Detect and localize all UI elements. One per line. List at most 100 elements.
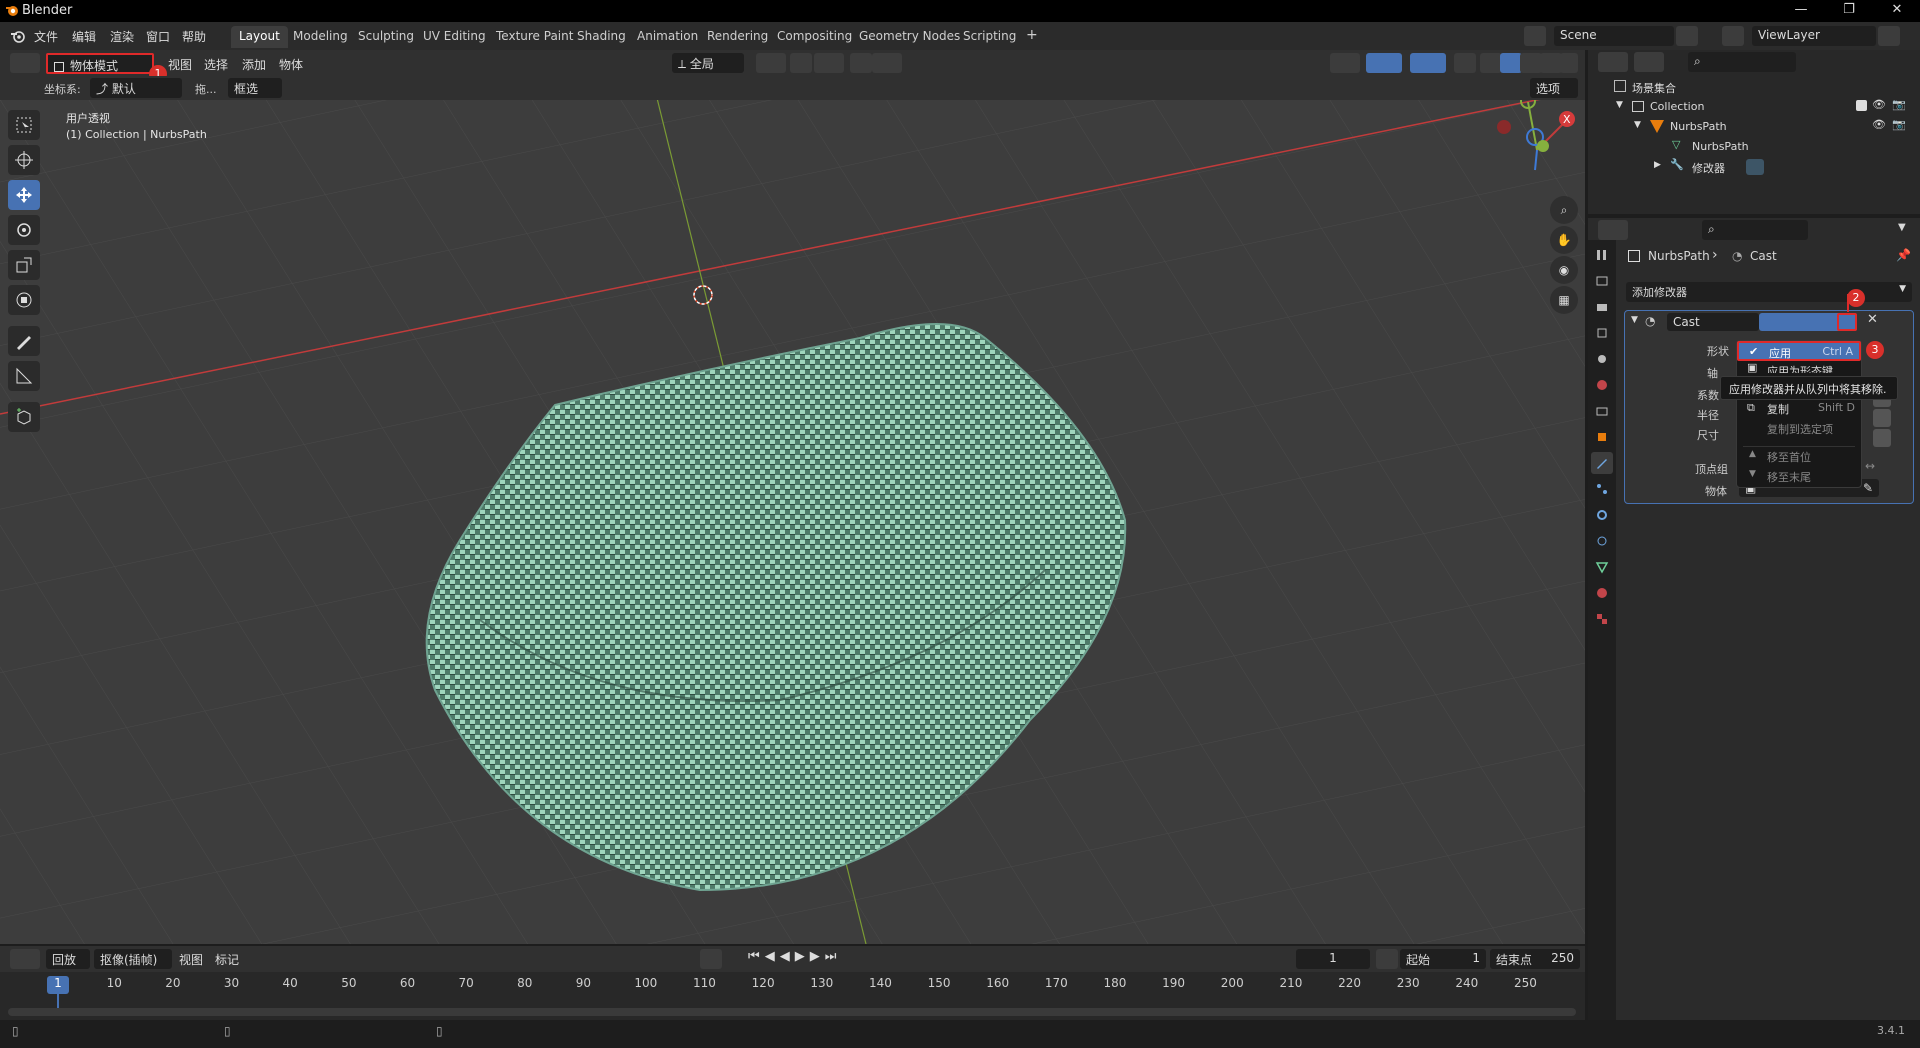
snap-target-icon[interactable]: [814, 53, 844, 73]
data-tab-icon[interactable]: [1591, 556, 1613, 578]
menu-file[interactable]: 文件: [34, 28, 58, 45]
scale-tool-icon[interactable]: [8, 250, 40, 280]
pin-icon[interactable]: 📌: [1896, 248, 1911, 262]
select-box-tool-icon[interactable]: [8, 110, 40, 140]
menu-item-apply-shape-key[interactable]: ▣ 应用为形态键: [1737, 361, 1861, 373]
restore-button[interactable]: ❐: [1834, 2, 1864, 20]
blender-menu-icon[interactable]: [10, 28, 26, 44]
tab-uv-editing[interactable]: UV Editing: [415, 26, 494, 48]
menu-item-duplicate[interactable]: ⧉ 复制 Shift D: [1737, 399, 1861, 419]
breadcrumb-modifier[interactable]: Cast: [1750, 249, 1777, 263]
menu-item-move-to-first[interactable]: ▲ 移至首位: [1737, 447, 1861, 467]
tab-rendering[interactable]: Rendering: [699, 26, 776, 48]
tool-tab-icon[interactable]: [1591, 244, 1613, 266]
rotate-tool-icon[interactable]: [8, 215, 40, 245]
menu-window[interactable]: 窗口: [146, 28, 170, 45]
pan-hand-icon[interactable]: ✋: [1550, 226, 1578, 254]
scene-name-field[interactable]: Scene: [1554, 26, 1674, 46]
output-tab-icon[interactable]: [1591, 296, 1613, 318]
properties-options-icon[interactable]: ▼: [1898, 222, 1906, 233]
collection-tab-icon[interactable]: [1591, 400, 1613, 422]
perspective-toggle-icon[interactable]: ▦: [1550, 286, 1578, 314]
end-frame-field[interactable]: 结束点 250: [1490, 949, 1580, 969]
tab-geometry-nodes[interactable]: Geometry Nodes: [851, 26, 968, 48]
timeline-ruler[interactable]: 10 20 30 40 50 60 70 80 90 100 110 120 130 140 150 160 1…: [0, 972, 1585, 1020]
display-mode-icon[interactable]: [1634, 52, 1664, 72]
view-layer-icon[interactable]: [1722, 26, 1744, 46]
snap-icon[interactable]: [790, 53, 812, 73]
timeline-menu-marker[interactable]: 标记: [215, 951, 239, 968]
expand-arrow-icon[interactable]: ▼: [1634, 120, 1641, 130]
menu-render[interactable]: 渲染: [110, 28, 134, 45]
camera-icon[interactable]: 📷: [1892, 98, 1906, 111]
proportional-edit-icon[interactable]: [850, 53, 872, 73]
properties-search-input[interactable]: ⌕: [1702, 220, 1808, 240]
start-frame-field[interactable]: 起始 1: [1400, 949, 1486, 969]
camera-view-icon[interactable]: ◉: [1550, 256, 1578, 284]
texture-tab-icon[interactable]: [1591, 608, 1613, 630]
overlay-toggle-icon[interactable]: [1410, 53, 1446, 73]
invert-vertex-group-icon[interactable]: ↔: [1865, 459, 1875, 473]
add-modifier-dropdown[interactable]: 添加修改器 ▼: [1626, 282, 1912, 302]
tab-animation[interactable]: Animation: [629, 26, 706, 48]
options-button[interactable]: 选项: [1530, 78, 1578, 98]
modifier-name-field[interactable]: Cast: [1667, 313, 1759, 331]
camera-icon[interactable]: 📷: [1892, 118, 1906, 131]
editor-type-icon[interactable]: [10, 53, 40, 73]
3d-viewport[interactable]: X 用户透视 (1) Collection | NurbsPath ⌕ ✋ ◉ …: [0, 100, 1585, 944]
mode-selector[interactable]: 物体模式: [46, 53, 154, 74]
new-scene-icon[interactable]: [1676, 26, 1698, 46]
playhead[interactable]: 1: [47, 976, 69, 994]
gizmo-neg-x-icon[interactable]: [1497, 120, 1511, 134]
breadcrumb-object[interactable]: NurbsPath: [1648, 249, 1710, 263]
annotate-tool-icon[interactable]: [8, 326, 40, 356]
menu-item-apply[interactable]: ✔ 应用 Ctrl A: [1737, 341, 1861, 361]
radius-keyframe-field[interactable]: [1873, 409, 1891, 427]
remove-modifier-icon[interactable]: ✕: [1867, 312, 1878, 327]
properties-editor-icon[interactable]: [1598, 220, 1628, 240]
gizmo-toggle-icon[interactable]: [1366, 53, 1402, 73]
transform-orientation-dropdown[interactable]: ⟂ 全局: [672, 53, 744, 73]
material-tab-icon[interactable]: [1591, 582, 1613, 604]
viewport-menu-add[interactable]: 添加: [242, 56, 266, 73]
viewport-menu-object[interactable]: 物体: [279, 56, 303, 73]
minimize-button[interactable]: —: [1786, 2, 1816, 20]
tab-layout[interactable]: Layout: [231, 26, 288, 48]
move-tool-icon[interactable]: [8, 180, 40, 210]
add-cube-tool-icon[interactable]: [8, 402, 40, 432]
scene-icon[interactable]: [1524, 26, 1546, 46]
record-keyframe-icon[interactable]: [700, 949, 722, 969]
preview-range-icon[interactable]: [1376, 949, 1398, 969]
outliner-row-data[interactable]: ▽ NurbsPath: [1588, 138, 1920, 158]
menu-edit[interactable]: 编辑: [72, 28, 96, 45]
measure-tool-icon[interactable]: [8, 361, 40, 391]
viewport-menu-select[interactable]: 选择: [204, 56, 228, 73]
object-tab-icon[interactable]: [1591, 426, 1613, 448]
world-tab-icon[interactable]: [1591, 374, 1613, 396]
eye-icon[interactable]: 👁: [1872, 118, 1886, 131]
cursor-tool-icon[interactable]: [8, 145, 40, 175]
coord-dropdown[interactable]: ⤴ 默认: [90, 78, 182, 98]
render-tab-icon[interactable]: [1591, 270, 1613, 292]
filter-icon[interactable]: [1872, 52, 1902, 72]
tab-modeling[interactable]: Modeling: [285, 26, 356, 48]
menu-item-move-to-last[interactable]: ▼ 移至末尾: [1737, 467, 1861, 487]
timeline-menu-view[interactable]: 视图: [179, 951, 203, 968]
exclude-checkbox[interactable]: [1856, 100, 1867, 111]
modifier-tab-icon[interactable]: [1591, 452, 1613, 474]
timeline-menu-playback[interactable]: 回放: [46, 949, 90, 969]
timeline-menu-keying[interactable]: 抠像(插帧): [94, 949, 172, 969]
collapse-arrow-icon[interactable]: ▶: [1654, 160, 1661, 170]
menu-item-copy-to-selected[interactable]: 复制到选定项: [1737, 419, 1861, 439]
constraints-tab-icon[interactable]: [1591, 530, 1613, 552]
falloff-icon[interactable]: [872, 53, 902, 73]
outliner-row-collection[interactable]: ▼ Collection 👁 📷: [1588, 98, 1920, 118]
tab-shading[interactable]: Shading: [569, 26, 634, 48]
close-window-button[interactable]: ✕: [1882, 2, 1912, 20]
menu-help[interactable]: 帮助: [182, 28, 206, 45]
shading-wireframe-icon[interactable]: [1480, 53, 1502, 73]
outliner-editor-icon[interactable]: [1598, 52, 1628, 72]
tab-scripting[interactable]: Scripting: [955, 26, 1024, 48]
visibility-icon[interactable]: [1330, 53, 1360, 73]
select-mode-dropdown[interactable]: 框选: [228, 78, 282, 98]
